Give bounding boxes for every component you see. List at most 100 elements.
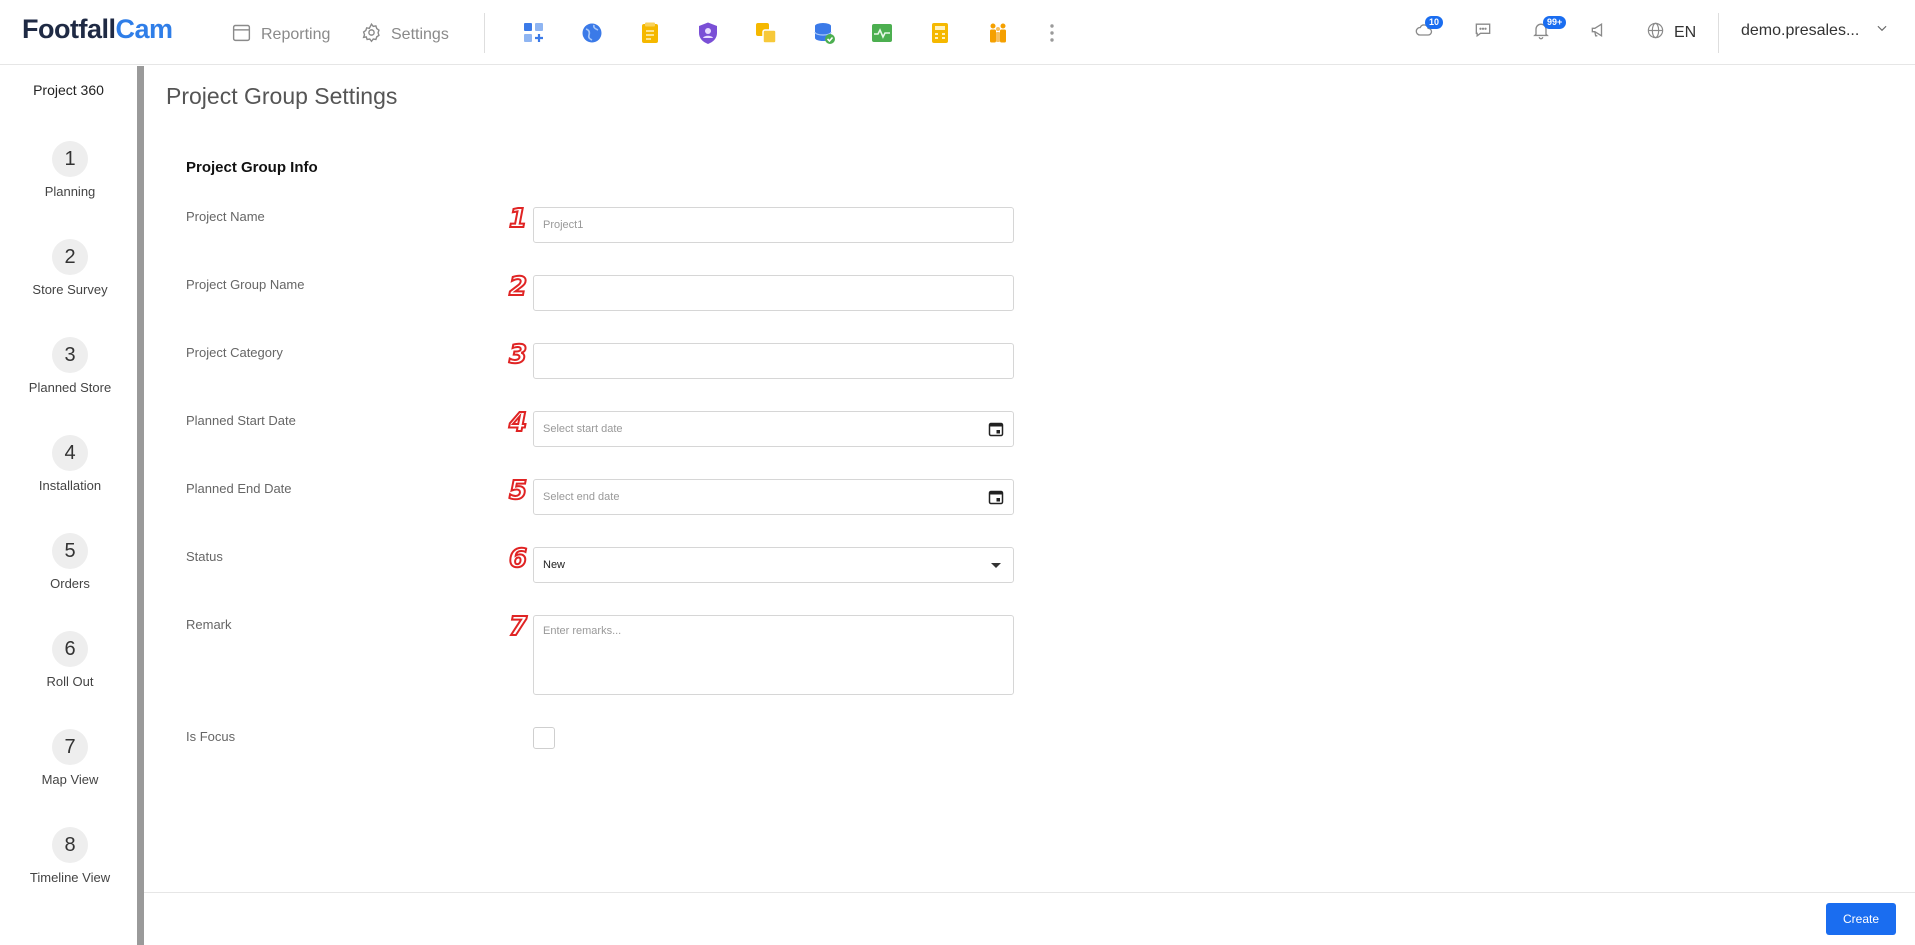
gear-icon [361,22,382,48]
calculator-icon[interactable] [926,19,954,47]
calendar-picker-icon[interactable] [988,421,1004,437]
globe-icon[interactable] [578,19,606,47]
planned-end-date-input[interactable]: Select end date [533,479,1014,515]
username: demo.presales... [1741,21,1860,39]
footfallcam-logo[interactable]: FootfallCam [22,14,173,45]
planned-start-date-input[interactable]: Select start date [533,411,1014,447]
create-button[interactable]: Create [1826,903,1896,935]
step-label: Store Survey [32,282,108,297]
status-select[interactable]: New [533,547,1014,583]
project-category-label: Project Category [186,345,283,360]
step-label: Orders [50,576,90,591]
sidebar-step-planning[interactable]: 1 Planning [0,141,140,199]
logo-text-cam: Cam [115,14,173,44]
nav-reporting[interactable]: Reporting [231,22,330,48]
annotation-marker-7: 7 [508,611,528,643]
chat-icon [1473,23,1493,44]
step-label: Planning [44,184,96,199]
end-date-placeholder: Select end date [543,491,620,503]
planned-start-date-label: Planned Start Date [186,413,296,428]
activity-chart-icon[interactable] [868,19,896,47]
annotation-marker-2: 2 [508,271,528,303]
language-label: EN [1674,24,1697,41]
annotation-marker-4: 4 [508,407,528,439]
user-menu[interactable]: demo.presales... [1741,21,1889,40]
chevron-down-icon [1875,21,1889,40]
project-name-field[interactable]: Project1 [533,207,1014,243]
project-group-name-label: Project Group Name [186,277,305,292]
notification-count-badge: 99+ [1543,16,1567,29]
step-number: 7 [52,729,88,765]
step-number: 8 [52,827,88,863]
annotation-marker-1: 1 [508,203,528,235]
megaphone-icon [1589,22,1609,44]
dropdown-caret-icon [991,563,1001,568]
status-selected-value: New [543,559,566,571]
step-number: 2 [52,239,88,275]
is-focus-checkbox[interactable] [533,727,555,749]
step-label: Timeline View [29,870,111,885]
people-icon[interactable] [984,19,1012,47]
status-label: Status [186,549,223,564]
step-number: 4 [52,435,88,471]
step-number: 6 [52,631,88,667]
nav-settings[interactable]: Settings [361,22,449,48]
layers-icon[interactable] [752,19,780,47]
sidebar-step-store-survey[interactable]: 2 Store Survey [0,239,140,297]
project360-sidebar: Project 360 1 Planning 2 Store Survey 3 … [0,66,137,945]
more-vertical-icon[interactable] [1038,19,1066,47]
user-divider [1718,13,1719,53]
step-number: 3 [52,337,88,373]
sidebar-title: Project 360 [33,82,104,98]
step-label: Roll Out [46,674,94,689]
sidebar-scrollbar[interactable] [137,66,144,945]
step-number: 1 [52,141,88,177]
cloud-icon [1414,24,1434,44]
sidebar-step-timeline-view[interactable]: 8 Timeline View [0,827,140,885]
annotation-marker-5: 5 [508,475,528,507]
sidebar-step-orders[interactable]: 5 Orders [0,533,140,591]
step-label: Planned Store [28,380,112,395]
step-label: Installation [38,478,102,493]
step-number: 5 [52,533,88,569]
sidebar-step-roll-out[interactable]: 6 Roll Out [0,631,140,689]
dashboard-add-icon[interactable] [520,19,548,47]
calendar-icon [231,22,252,48]
start-date-placeholder: Select start date [543,423,623,435]
database-check-icon[interactable] [810,19,838,47]
language-selector[interactable]: EN [1646,21,1696,45]
sidebar-step-planned-store[interactable]: 3 Planned Store [0,337,140,395]
notifications-button[interactable]: 99+ [1531,16,1567,44]
section-title: Project Group Info [186,159,318,176]
annotation-marker-6: 6 [508,543,528,575]
project-category-input[interactable] [533,343,1014,379]
globe-language-icon [1646,21,1665,45]
is-focus-label: Is Focus [186,729,236,744]
annotation-marker-3: 3 [508,339,528,371]
chat-button[interactable] [1473,20,1497,44]
nav-divider [484,13,485,53]
remark-placeholder: Enter remarks... [543,625,622,637]
step-label: Map View [41,772,99,787]
sidebar-step-installation[interactable]: 4 Installation [0,435,140,493]
cloud-count-badge: 10 [1425,16,1444,29]
nav-settings-label: Settings [391,26,449,43]
project-name-value: Project1 [543,219,584,231]
cloud-button[interactable]: 10 [1414,16,1444,44]
announcement-button[interactable] [1589,20,1613,44]
nav-reporting-label: Reporting [261,26,331,43]
page-title: Project Group Settings [166,83,398,109]
remark-textarea[interactable]: Enter remarks... [533,615,1014,695]
footer-divider [144,892,1915,893]
notepad-icon[interactable] [636,19,664,47]
bell-icon [1531,23,1551,44]
project-name-label: Project Name [186,209,265,224]
project-group-name-input[interactable] [533,275,1014,311]
calendar-picker-icon[interactable] [988,489,1004,505]
logo-text-footfall: Footfall [22,14,116,44]
top-bar: FootfallCam Reporting Settings 10 99+ EN… [0,0,1915,65]
remark-label: Remark [186,617,232,632]
planned-end-date-label: Planned End Date [186,481,292,496]
user-shield-icon[interactable] [694,19,722,47]
sidebar-step-map-view[interactable]: 7 Map View [0,729,140,787]
